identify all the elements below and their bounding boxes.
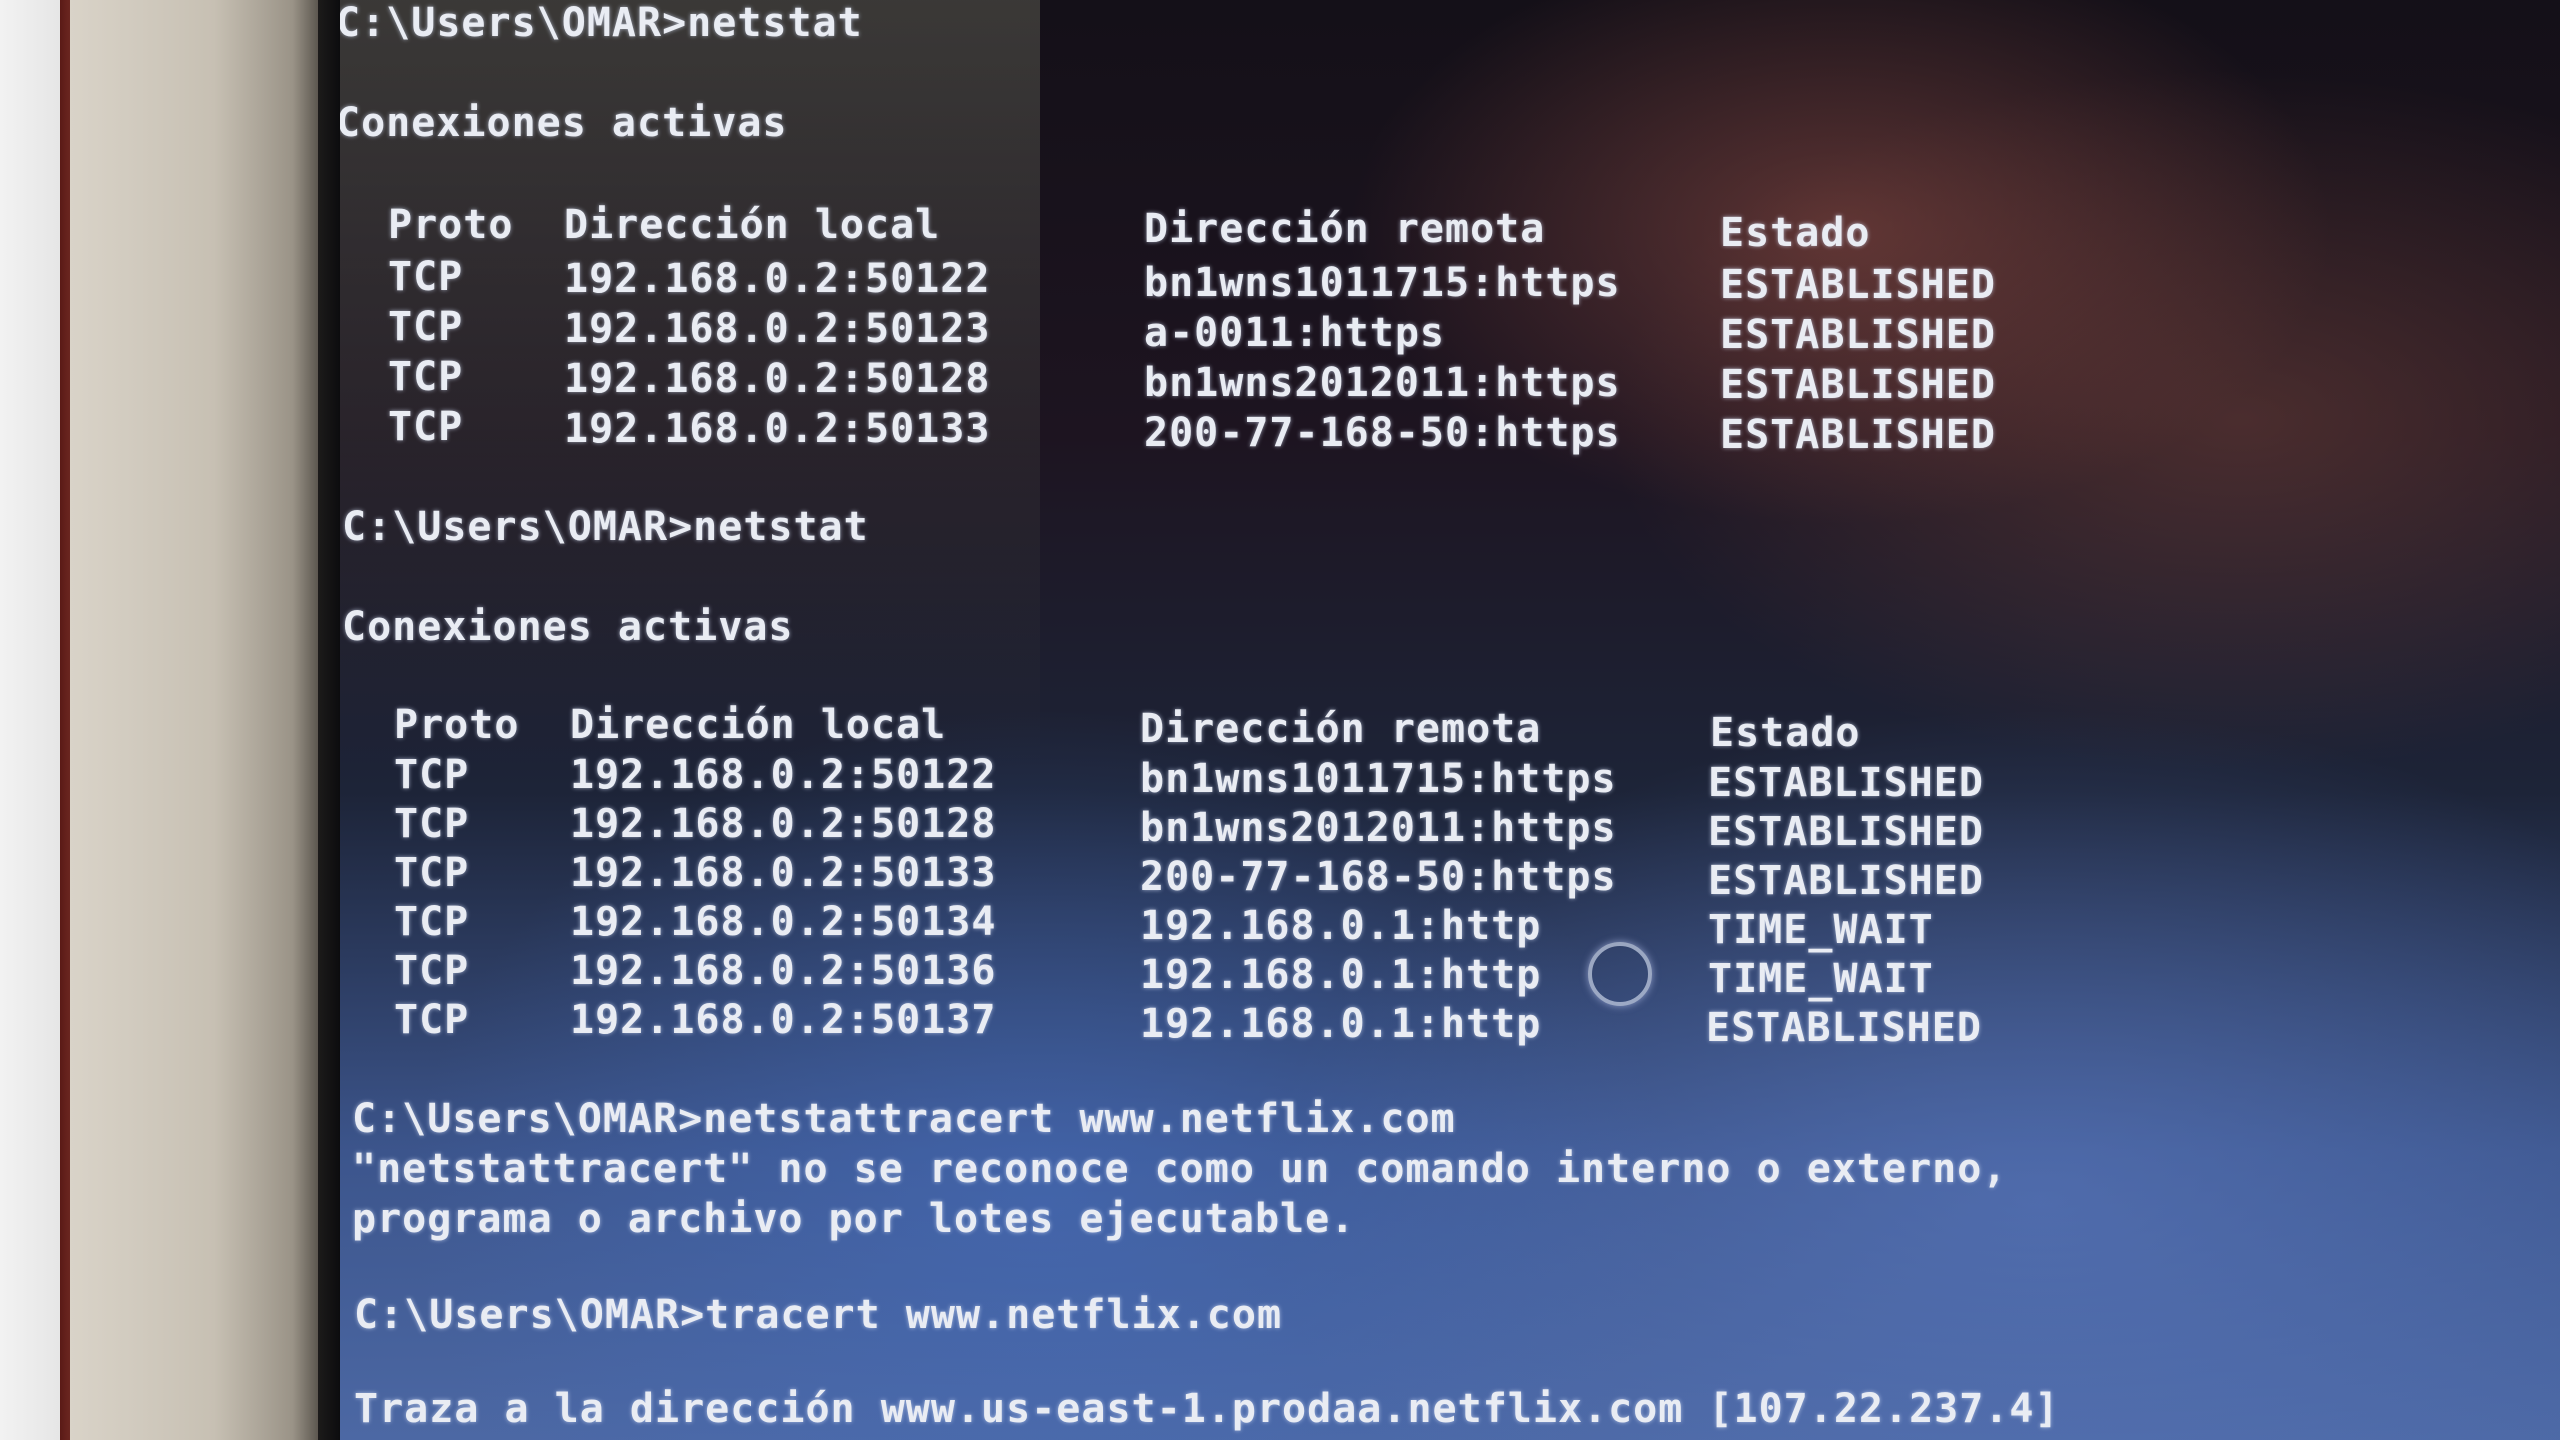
cell-local-address: 192.168.0.2:50122	[570, 752, 997, 798]
cell-remote-address: 192.168.0.1:http	[1140, 1001, 1542, 1047]
cell-local-address: 192.168.0.2:50128	[570, 801, 997, 847]
cell-remote-address: bn1wns2012011:https	[1140, 805, 1617, 851]
column-header-remote-address: Dirección remota	[1144, 206, 1546, 252]
cell-state: ESTABLISHED	[1708, 760, 1984, 806]
section-heading: Conexiones activas	[340, 100, 788, 146]
cell-remote-address: 192.168.0.1:http	[1140, 903, 1542, 949]
cell-state: ESTABLISHED	[1720, 362, 1996, 408]
error-message: "netstattracert" no se reconoce como un …	[352, 1146, 2008, 1192]
column-header-remote-address: Dirección remota	[1140, 706, 1542, 752]
prompt-line: C:\Users\OMAR>netstat	[342, 504, 869, 550]
cell-state: ESTABLISHED	[1720, 312, 1996, 358]
cell-proto: TCP	[394, 948, 470, 994]
cell-state: ESTABLISHED	[1720, 412, 1996, 458]
cell-state: ESTABLISHED	[1706, 1005, 1982, 1051]
cell-local-address: 192.168.0.2:50136	[570, 948, 997, 994]
cell-remote-address: 192.168.0.1:http	[1140, 952, 1542, 998]
cell-state: ESTABLISHED	[1708, 809, 1984, 855]
section-heading: Conexiones activas	[342, 604, 794, 650]
column-header-state: Estado	[1720, 210, 1871, 256]
cell-proto: TCP	[394, 997, 470, 1043]
cell-local-address: 192.168.0.2:50133	[564, 406, 991, 452]
cell-remote-address: a-0011:https	[1144, 310, 1445, 356]
column-header-proto: Proto	[394, 702, 520, 748]
command-prompt-window[interactable]: C:\Users\OMAR>netstat Conexiones activas…	[340, 0, 2560, 1440]
busy-cursor-icon	[1588, 942, 1652, 1006]
cell-proto: TCP	[394, 850, 470, 896]
cell-state: TIME_WAIT	[1708, 907, 1934, 953]
cell-proto: TCP	[388, 354, 464, 400]
photo-scene: C:\Users\OMAR>netstat Conexiones activas…	[0, 0, 2560, 1440]
cell-local-address: 192.168.0.2:50133	[570, 850, 997, 896]
tracert-output: Traza a la dirección www.us-east-1.proda…	[354, 1386, 2060, 1432]
prompt-line: C:\Users\OMAR>netstat	[340, 0, 863, 46]
error-message: programa o archivo por lotes ejecutable.	[352, 1196, 1356, 1242]
column-header-state: Estado	[1710, 710, 1861, 756]
cell-state: TIME_WAIT	[1708, 956, 1934, 1002]
monitor-bezel-edge	[318, 0, 340, 1440]
column-header-local-address: Dirección local	[564, 202, 941, 248]
cell-proto: TCP	[394, 899, 470, 945]
cell-proto: TCP	[394, 801, 470, 847]
cell-local-address: 192.168.0.2:50134	[570, 899, 997, 945]
cell-remote-address: 200-77-168-50:https	[1140, 854, 1617, 900]
prompt-line: C:\Users\OMAR>tracert www.netflix.com	[354, 1292, 1283, 1338]
cell-proto: TCP	[394, 752, 470, 798]
cell-proto: TCP	[388, 304, 464, 350]
cell-remote-address: bn1wns2012011:https	[1144, 360, 1621, 406]
cell-local-address: 192.168.0.2:50128	[564, 356, 991, 402]
cell-remote-address: bn1wns1011715:https	[1144, 260, 1621, 306]
cell-proto: TCP	[388, 254, 464, 300]
column-header-proto: Proto	[388, 202, 514, 248]
terminal-output[interactable]: C:\Users\OMAR>netstat Conexiones activas…	[340, 0, 2560, 1440]
cell-state: ESTABLISHED	[1708, 858, 1984, 904]
cell-proto: TCP	[388, 404, 464, 450]
cell-local-address: 192.168.0.2:50137	[570, 997, 997, 1043]
cell-local-address: 192.168.0.2:50123	[564, 306, 991, 352]
prompt-line: C:\Users\OMAR>netstattracert www.netflix…	[352, 1096, 1456, 1142]
cell-state: ESTABLISHED	[1720, 262, 1996, 308]
cell-remote-address: bn1wns1011715:https	[1140, 756, 1617, 802]
monitor-bezel	[70, 0, 332, 1440]
cell-remote-address: 200-77-168-50:https	[1144, 410, 1621, 456]
cell-local-address: 192.168.0.2:50122	[564, 256, 991, 302]
column-header-local-address: Dirección local	[570, 702, 947, 748]
